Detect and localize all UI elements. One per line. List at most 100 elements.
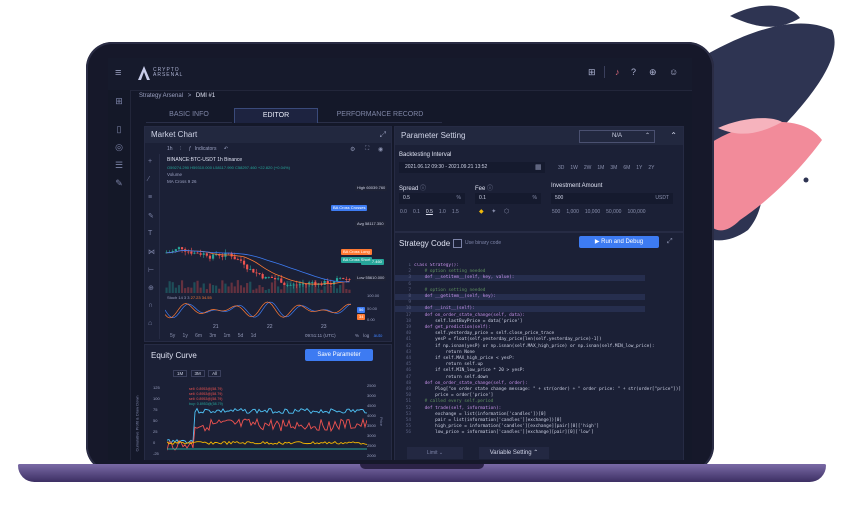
spread-preset[interactable]: 0.0 (397, 209, 410, 215)
tab-basic-info[interactable]: BASIC INFO (146, 108, 232, 123)
range-All[interactable]: All (208, 370, 222, 377)
range-3m[interactable]: 3m (206, 333, 219, 339)
dashboard-icon[interactable]: ⊞ (114, 96, 124, 106)
scale-log[interactable]: log (363, 333, 369, 338)
breadcrumb-root[interactable]: Strategy Arsenal (139, 93, 183, 99)
code-line[interactable]: 42 if np.isnan(yesP) or np.isnan(self.MA… (395, 344, 655, 350)
range-6m[interactable]: 6m (192, 333, 205, 339)
scale-auto[interactable]: auto (374, 333, 383, 338)
investment-preset[interactable]: 500 (549, 209, 563, 215)
code-line[interactable]: 3 def __setitem__(self, key, value): (395, 275, 645, 282)
spread-preset[interactable]: 1.5 (449, 209, 462, 215)
strategy-icon[interactable]: ▯ (114, 124, 124, 134)
range-3M[interactable]: 3M (190, 370, 205, 377)
menu-icon[interactable]: ≡ (115, 67, 121, 79)
code-line[interactable]: 52 def trade(self, information): (395, 406, 645, 412)
preset-1M[interactable]: 1M (594, 165, 607, 171)
chart-type-icon[interactable]: ⫶ (180, 146, 181, 152)
tab-performance-record[interactable]: PERFORMANCE RECORD (318, 108, 442, 123)
binance-icon[interactable]: ◆ (479, 209, 484, 215)
fullscreen-icon[interactable]: ⛶ (365, 146, 369, 153)
investment-preset[interactable]: 100,000 (624, 209, 648, 215)
code-line[interactable]: 10 def __init__(self): (395, 306, 645, 313)
code-line[interactable]: 51 # called every self.period (395, 399, 645, 405)
pattern-icon[interactable]: ⋈ (148, 248, 155, 256)
code-line[interactable]: 6 (395, 282, 645, 288)
range-1m[interactable]: 1m (221, 333, 234, 339)
preset-1Y[interactable]: 1Y (633, 165, 645, 171)
text-icon[interactable]: T (148, 230, 152, 237)
range-5d[interactable]: 5d (235, 333, 247, 339)
lock-icon[interactable]: ⌂ (148, 320, 152, 327)
candlestick-chart[interactable] (165, 183, 351, 293)
spread-input[interactable]: 0.5 % (399, 193, 465, 204)
range-5y[interactable]: 5y (167, 333, 178, 339)
range-1M[interactable]: 1M (173, 370, 188, 377)
help-icon[interactable]: ? (631, 67, 636, 77)
list-icon[interactable]: ☰ (114, 160, 124, 170)
exchange-icon[interactable]: ⬡ (504, 209, 509, 215)
spread-preset[interactable]: 0.1 (410, 209, 423, 215)
code-editor[interactable]: 1 class Strategy(): 2 # option setting nee… (395, 263, 683, 439)
calendar-icon[interactable]: ▦ (535, 163, 542, 171)
user-icon[interactable]: ☺ (669, 67, 678, 77)
edit-icon[interactable]: ✎ (114, 178, 124, 188)
tab-editor[interactable]: EDITOR (234, 108, 318, 123)
code-line[interactable]: 17 def on_order_state_change(self, data)… (395, 313, 645, 319)
code-line[interactable]: 53 exchange = list(information['candles'… (395, 412, 645, 418)
collapse-icon[interactable]: ⌃ (670, 127, 677, 145)
preset-2Y[interactable]: 2Y (645, 165, 657, 171)
code-line[interactable]: 46 if self.MIN_low_price * 20 > yesP: (395, 368, 645, 374)
strategy-preset-select[interactable]: N/A ⌃ (579, 130, 655, 143)
investment-preset[interactable]: 10,000 (582, 209, 603, 215)
undo-icon[interactable]: ↶ (224, 146, 228, 152)
preset-3M[interactable]: 3M (607, 165, 620, 171)
expand-icon[interactable]: ⤢ (380, 127, 386, 143)
limit-button[interactable]: Limit ⌄ (407, 447, 463, 459)
settings-icon[interactable]: ⚙ (350, 146, 355, 153)
code-line[interactable]: 18 self.lastBuyPrice = data['price'] (395, 319, 645, 325)
save-parameter-button[interactable]: Save Parameter (305, 349, 373, 361)
investment-input[interactable]: 500 USDT (551, 193, 673, 204)
coin-icon[interactable]: ◎ (114, 142, 124, 152)
run-debug-button[interactable]: ▶ Run and Debug (579, 236, 659, 248)
bell-icon[interactable]: ♪ (615, 67, 620, 77)
code-line[interactable]: 8 def __getitem__(self, key): (395, 294, 645, 300)
preset-3D[interactable]: 3D (555, 165, 567, 171)
magnet-icon[interactable]: ∩ (148, 302, 153, 309)
ruler-icon[interactable]: ⊢ (148, 266, 154, 274)
indicators-icon[interactable]: ƒ (189, 146, 192, 152)
globe-icon[interactable]: ⊕ (649, 67, 657, 78)
fib-icon[interactable]: ≡ (148, 194, 152, 201)
range-1d[interactable]: 1d (248, 333, 260, 339)
code-line[interactable]: 43 return None (395, 350, 645, 356)
variable-setting-button[interactable]: Variable Setting ⌃ (479, 447, 549, 459)
code-line[interactable]: 41 yesP = float(self.yesterday_price[len… (395, 337, 645, 343)
range-1y[interactable]: 1y (180, 333, 191, 339)
indicators-button[interactable]: Indicators (195, 146, 217, 152)
code-line[interactable]: 48 def on_order_state_change(self, order… (395, 381, 645, 387)
spread-preset[interactable]: 0.5 (423, 209, 436, 215)
binary-code-checkbox[interactable] (453, 239, 462, 248)
scale-percent[interactable]: % (355, 333, 359, 338)
investment-preset[interactable]: 50,000 (603, 209, 624, 215)
preset-1W[interactable]: 1W (567, 165, 581, 171)
investment-preset[interactable]: 1,000 (563, 209, 582, 215)
exchange-icon[interactable]: ✦ (491, 209, 496, 215)
camera-icon[interactable]: ◉ (378, 146, 383, 153)
crosshair-icon[interactable]: + (148, 158, 152, 165)
expand-icon[interactable]: ⤢ (667, 238, 673, 246)
preset-2W[interactable]: 2W (581, 165, 595, 171)
grid-icon[interactable]: ⊞ (588, 67, 596, 78)
trendline-icon[interactable]: ⁄ (148, 176, 149, 183)
code-line[interactable]: 56 low_price = information['candles'][ex… (395, 430, 645, 436)
zoom-icon[interactable]: ⊕ (148, 284, 154, 292)
stoch-indicator[interactable] (165, 299, 351, 321)
code-line[interactable]: 7 # option setting needed (395, 288, 645, 294)
brush-icon[interactable]: ✎ (148, 212, 154, 220)
interval-selector[interactable]: 1h (167, 146, 173, 152)
fee-input[interactable]: 0.1 % (475, 193, 541, 204)
preset-6M[interactable]: 6M (620, 165, 633, 171)
code-line[interactable]: 47 return self.down (395, 375, 645, 381)
spread-preset[interactable]: 1.0 (436, 209, 449, 215)
